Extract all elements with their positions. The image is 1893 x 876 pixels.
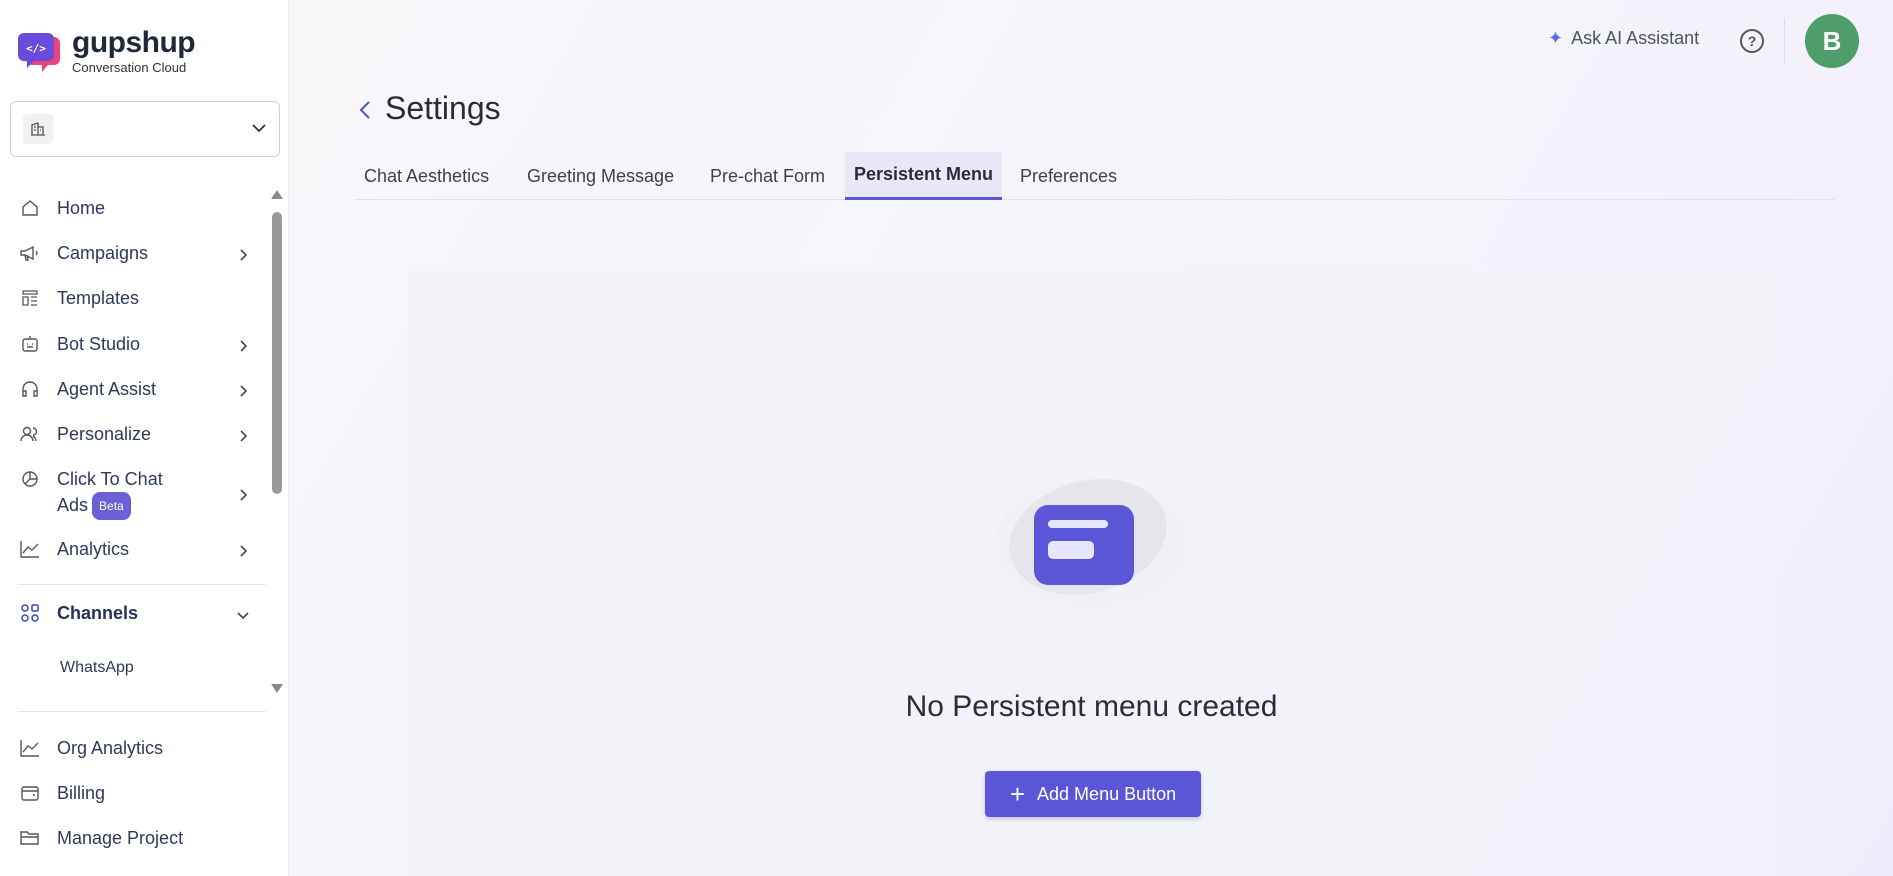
channels-icon xyxy=(18,601,42,625)
sidebar-item-label: Channels xyxy=(57,603,139,623)
tab-preferences[interactable]: Preferences xyxy=(1011,152,1126,200)
headset-icon xyxy=(18,377,42,401)
question-icon[interactable]: ? xyxy=(1740,29,1764,53)
sidebar: </> gupshup Conversation Cloud Home Camp… xyxy=(0,0,289,876)
sidebar-item-label: Org Analytics xyxy=(57,738,164,758)
org-selector[interactable] xyxy=(10,101,280,157)
brand-tagline: Conversation Cloud xyxy=(72,60,187,75)
megaphone-icon xyxy=(18,241,42,265)
sidebar-item-label-continued: Ads xyxy=(57,495,89,515)
empty-state-message: No Persistent menu created xyxy=(905,690,1278,723)
header-divider xyxy=(1784,18,1785,64)
sidebar-scrollbar[interactable] xyxy=(270,188,284,693)
page-title: Settings xyxy=(385,90,501,126)
ask-ai-label: Ask AI Assistant xyxy=(1571,28,1700,48)
sidebar-item-label: Manage Project xyxy=(57,828,184,848)
scroll-down-arrow-icon[interactable] xyxy=(271,684,283,693)
sidebar-item-label: Click To Chat xyxy=(57,469,163,489)
folder-icon xyxy=(18,826,42,850)
chevron-right-icon xyxy=(236,246,250,261)
chevron-right-icon xyxy=(236,382,250,397)
tab-pre-chat-form[interactable]: Pre-chat Form xyxy=(701,152,834,200)
chevron-down-icon xyxy=(251,120,267,138)
nav-divider xyxy=(18,584,266,585)
chevron-right-icon xyxy=(236,337,250,352)
home-icon xyxy=(18,196,42,220)
sidebar-item-label: Billing xyxy=(57,783,106,803)
brand-name: gupshup xyxy=(72,26,196,59)
sidebar-item-analytics[interactable]: Analytics xyxy=(18,536,250,562)
sidebar-item-org-analytics[interactable]: Org Analytics xyxy=(18,735,250,761)
line-chart-icon xyxy=(18,736,42,760)
add-menu-button-label: Add Menu Button xyxy=(1037,783,1177,804)
sparkle-icon: ✦ xyxy=(1548,28,1564,48)
sidebar-item-bot-studio[interactable]: Bot Studio xyxy=(18,331,250,357)
avatar[interactable]: B xyxy=(1805,14,1859,68)
sidebar-item-campaigns[interactable]: Campaigns xyxy=(18,240,250,266)
bot-icon xyxy=(18,332,42,356)
sidebar-item-label: Templates xyxy=(57,288,140,308)
add-menu-button[interactable]: + Add Menu Button xyxy=(985,771,1201,817)
beta-badge: Beta xyxy=(92,492,131,521)
chevron-right-icon xyxy=(236,486,250,501)
sidebar-item-billing[interactable]: Billing xyxy=(18,780,250,806)
tab-chat-aesthetics[interactable]: Chat Aesthetics xyxy=(355,152,498,200)
brand-logo[interactable]: </> gupshup Conversation Cloud xyxy=(18,26,196,75)
sidebar-item-personalize[interactable]: Personalize xyxy=(18,421,250,447)
sidebar-item-manage-project[interactable]: Manage Project xyxy=(18,825,250,851)
gupshup-logo-icon: </> xyxy=(18,31,64,73)
sidebar-item-templates[interactable]: Templates xyxy=(18,285,250,311)
sidebar-item-agent-assist[interactable]: Agent Assist xyxy=(18,376,250,402)
chevron-right-icon xyxy=(236,427,250,442)
pie-chart-icon xyxy=(18,467,42,491)
sidebar-item-channels[interactable]: Channels xyxy=(18,600,250,626)
scroll-up-arrow-icon[interactable] xyxy=(271,190,283,199)
sidebar-item-label: Bot Studio xyxy=(57,334,141,354)
nav-divider xyxy=(18,711,266,712)
templates-icon xyxy=(18,286,42,310)
sidebar-item-click-to-chat-ads[interactable]: Click To Chat Ads Beta xyxy=(18,466,250,521)
svg-text:</>: </> xyxy=(26,42,46,55)
tab-persistent-menu[interactable]: Persistent Menu xyxy=(845,152,1003,200)
building-icon xyxy=(23,114,53,144)
chevron-down-icon xyxy=(236,606,250,620)
chevron-right-icon xyxy=(236,542,250,557)
main-content: ✦ Ask AI Assistant ? B Settings Chat Aes… xyxy=(290,0,1893,876)
scroll-thumb[interactable] xyxy=(272,212,282,494)
wallet-icon xyxy=(18,781,42,805)
plus-icon: + xyxy=(1009,779,1026,809)
line-chart-icon xyxy=(18,537,42,561)
sidebar-item-label: Home xyxy=(57,198,106,218)
tab-greeting-message[interactable]: Greeting Message xyxy=(518,152,683,200)
menu-card-icon xyxy=(990,475,1190,615)
users-icon xyxy=(18,422,42,446)
ask-ai-button[interactable]: ✦ Ask AI Assistant xyxy=(1548,28,1699,49)
back-arrow-icon[interactable] xyxy=(358,98,372,122)
sidebar-item-label: Personalize xyxy=(57,424,152,444)
sidebar-item-label: Campaigns xyxy=(57,243,149,263)
sidebar-subitem-whatsapp[interactable]: WhatsApp xyxy=(60,659,134,677)
sidebar-nav: Home Campaigns Templates Bot Studio Agen… xyxy=(0,185,270,695)
sidebar-item-label: Analytics xyxy=(57,539,130,559)
settings-tabs: Chat Aesthetics Greeting Message Pre-cha… xyxy=(355,152,1835,200)
sidebar-item-home[interactable]: Home xyxy=(18,195,250,221)
sidebar-item-label: Agent Assist xyxy=(57,379,157,399)
